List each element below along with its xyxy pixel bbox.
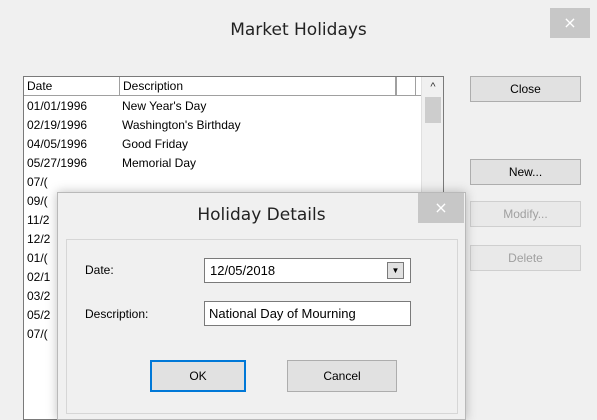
- date-dropdown-button[interactable]: ▼: [387, 262, 404, 279]
- date-value: 12/05/2018: [210, 263, 276, 278]
- list-item[interactable]: 02/19/1996 Washington's Birthday: [24, 116, 421, 135]
- chevron-down-icon: ▼: [391, 266, 400, 275]
- date-label: Date:: [85, 263, 114, 277]
- holiday-date: 03/2: [27, 289, 51, 303]
- holiday-date: 09/(: [27, 194, 48, 208]
- holiday-date: 04/05/1996: [27, 137, 88, 151]
- holiday-date: 02/19/1996: [27, 118, 88, 132]
- holiday-date: 12/2: [27, 232, 51, 246]
- holiday-date: 05/2: [27, 308, 51, 322]
- ok-button[interactable]: OK: [150, 360, 246, 392]
- list-item[interactable]: 07/(: [24, 173, 421, 192]
- list-item[interactable]: 01/01/1996 New Year's Day: [24, 97, 421, 116]
- window-title: Market Holidays: [230, 20, 367, 40]
- holiday-description: Memorial Day: [122, 156, 197, 170]
- description-value: National Day of Mourning: [209, 306, 356, 321]
- holiday-description: Washington's Birthday: [122, 118, 241, 132]
- list-item[interactable]: 05/27/1996 Memorial Day: [24, 154, 421, 173]
- modify-button[interactable]: Modify...: [470, 201, 581, 227]
- date-picker[interactable]: 12/05/2018 ▼: [204, 258, 411, 283]
- holiday-date: 01/01/1996: [27, 99, 88, 113]
- close-button[interactable]: Close: [470, 76, 581, 102]
- delete-button[interactable]: Delete: [470, 245, 581, 271]
- new-button[interactable]: New...: [470, 159, 581, 185]
- dialog-title: Holiday Details: [197, 205, 326, 225]
- holiday-description: Good Friday: [122, 137, 189, 151]
- close-icon: ×: [563, 13, 577, 32]
- scroll-thumb[interactable]: [425, 97, 441, 123]
- list-item[interactable]: 04/05/1996 Good Friday: [24, 135, 421, 154]
- holiday-date: 05/27/1996: [27, 156, 88, 170]
- holiday-date: 02/1: [27, 270, 51, 284]
- column-header-description[interactable]: Description: [120, 77, 396, 95]
- column-header-spacer: [396, 77, 416, 95]
- description-input[interactable]: National Day of Mourning: [204, 301, 411, 326]
- holiday-date: 01/(: [27, 251, 48, 265]
- holiday-date: 07/(: [27, 175, 48, 189]
- window-close-button[interactable]: ×: [550, 8, 590, 38]
- description-label: Description:: [85, 307, 149, 321]
- holiday-date: 07/(: [27, 327, 48, 341]
- holiday-details-dialog: Holiday Details × Date: 12/05/2018 ▼ Des…: [57, 192, 466, 420]
- list-header: Date Description: [24, 77, 421, 96]
- scroll-up-button[interactable]: ^: [422, 77, 443, 96]
- column-header-date[interactable]: Date: [24, 77, 120, 95]
- close-icon: ×: [434, 198, 448, 217]
- dialog-close-button[interactable]: ×: [418, 193, 464, 223]
- holiday-description: New Year's Day: [122, 99, 207, 113]
- holiday-date: 11/2: [27, 213, 50, 227]
- chevron-up-icon: ^: [430, 81, 436, 93]
- cancel-button[interactable]: Cancel: [287, 360, 397, 392]
